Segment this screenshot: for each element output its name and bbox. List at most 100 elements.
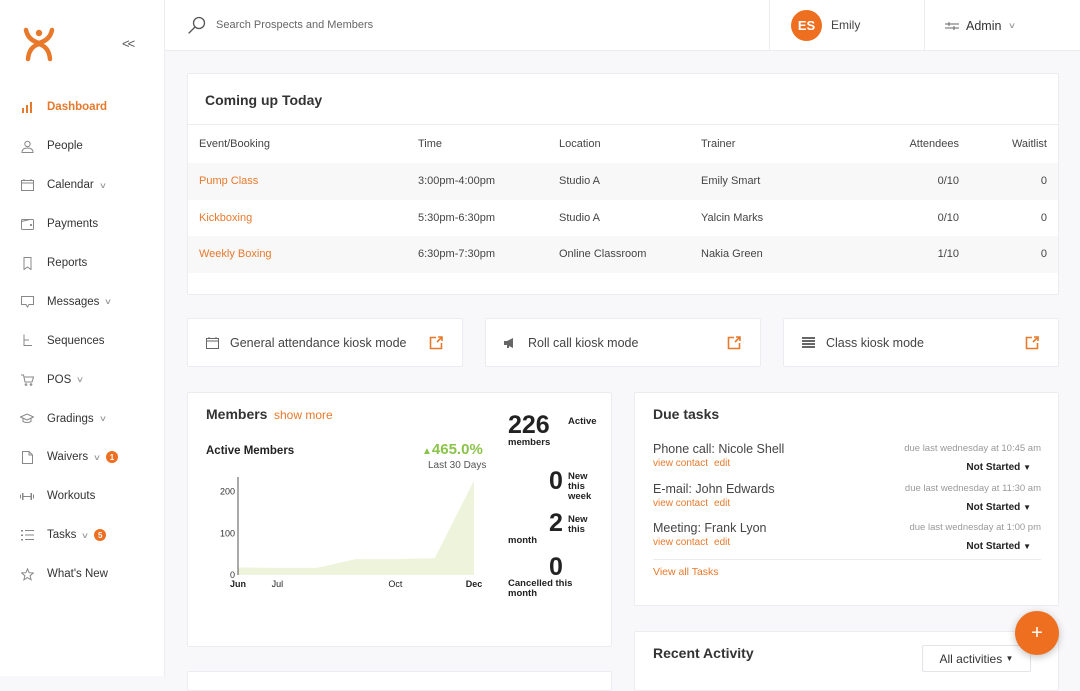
message-icon	[20, 295, 34, 309]
column-header: Location	[559, 138, 601, 150]
add-button[interactable]: +	[1015, 611, 1059, 655]
edit-link[interactable]: edit	[714, 498, 730, 509]
sidebar-item-waivers[interactable]: Waivers ∨ 1	[0, 438, 165, 477]
change-value: 465.0%	[431, 441, 483, 458]
event-time: 6:30pm-7:30pm	[418, 248, 496, 261]
kiosk-label: Class kiosk mode	[826, 335, 924, 350]
event-link[interactable]: Pump Class	[188, 163, 407, 200]
event-waitlist: 0	[1040, 175, 1047, 188]
role-label: Admin	[966, 18, 1002, 33]
chevron-down-icon: ∨	[98, 414, 107, 424]
roll-call-kiosk-button[interactable]: Roll call kiosk mode	[485, 318, 761, 367]
activity-filter-dropdown[interactable]: All activities ▼	[922, 645, 1031, 672]
sidebar-item-whats-new[interactable]: What's New	[0, 555, 165, 594]
collapse-sidebar-button[interactable]: <<	[122, 36, 135, 51]
task-item: Meeting: Frank Lyon view contact edit due…	[653, 521, 1041, 561]
x-tick-label: Oct	[388, 579, 403, 589]
logo-icon[interactable]	[22, 26, 56, 62]
sidebar-item-label: Sequences	[47, 334, 105, 347]
wallet-icon	[20, 217, 34, 231]
sidebar-item-messages[interactable]: Messages ∨	[0, 282, 165, 321]
edit-link[interactable]: edit	[714, 537, 730, 548]
edit-link[interactable]: edit	[714, 458, 730, 469]
external-link-icon[interactable]	[1024, 335, 1040, 351]
calendar-icon	[206, 336, 220, 350]
sidebar-item-label: POS	[47, 373, 72, 386]
cart-icon	[20, 373, 34, 387]
sidebar: << Dashboard People Calendar ∨ Payments …	[0, 0, 165, 676]
general-attendance-kiosk-button[interactable]: General attendance kiosk mode	[187, 318, 463, 367]
x-tick-label: Jun	[230, 579, 246, 589]
sliders-icon	[945, 21, 959, 30]
stat-active-members: 226	[508, 413, 550, 438]
stat-value: 2	[549, 509, 563, 537]
kiosk-label: General attendance kiosk mode	[230, 335, 407, 350]
stat-new-this-month: 2	[549, 511, 563, 536]
document-icon	[20, 450, 34, 464]
sidebar-item-people[interactable]: People	[0, 127, 165, 166]
star-icon	[20, 567, 34, 581]
caret-down-icon: ▼	[1005, 654, 1014, 663]
task-due: due last wednesday at 1:00 pm	[909, 522, 1041, 533]
caret-down-icon: ▼	[1023, 463, 1031, 472]
role-dropdown[interactable]: Admin ∨	[945, 0, 1016, 51]
view-contact-link[interactable]: view contact	[653, 458, 708, 469]
column-header: Attendees	[909, 138, 959, 150]
chevron-down-icon: ∨	[98, 180, 107, 190]
stat-cancelled-this-month: 0	[549, 555, 563, 580]
search-input[interactable]	[216, 12, 616, 38]
card-title: Coming up Today	[205, 92, 323, 108]
table-row: Kickboxing 5:30pm-6:30pm Studio A Yalcin…	[188, 199, 1058, 237]
event-link[interactable]: Weekly Boxing	[188, 236, 407, 273]
status-label: Not Started	[966, 541, 1021, 552]
sidebar-item-dashboard[interactable]: Dashboard	[0, 88, 165, 127]
sidebar-item-pos[interactable]: POS ∨	[0, 360, 165, 399]
column-header: Time	[418, 138, 443, 150]
user-menu[interactable]: ES Emily	[769, 0, 925, 51]
change-percent: ▲465.0%	[422, 441, 483, 458]
event-link[interactable]: Kickboxing	[188, 200, 407, 237]
event-attendees: 0/10	[937, 175, 959, 188]
bottom-card	[187, 671, 612, 691]
change-period: Last 30 Days	[428, 460, 487, 471]
event-attendees: 1/10	[937, 248, 959, 261]
calendar-icon	[20, 178, 34, 192]
sidebar-item-label: Tasks	[47, 529, 77, 542]
external-link-icon[interactable]	[428, 335, 444, 351]
y-tick-label: 100	[220, 528, 235, 538]
caret-down-icon: ▼	[1023, 503, 1031, 512]
sidebar-item-sequences[interactable]: Sequences	[0, 321, 165, 360]
view-contact-link[interactable]: view contact	[653, 498, 708, 509]
sidebar-item-workouts[interactable]: Workouts	[0, 477, 165, 516]
dumbbell-icon	[20, 489, 34, 503]
event-waitlist: 0	[1040, 211, 1047, 224]
sidebar-item-payments[interactable]: Payments	[0, 205, 165, 244]
task-status-dropdown[interactable]: Not Started ▼	[966, 462, 1031, 473]
view-contact-link[interactable]: view contact	[653, 537, 708, 548]
task-status-dropdown[interactable]: Not Started ▼	[966, 541, 1031, 552]
event-location: Online Classroom	[559, 248, 647, 261]
sidebar-item-label: Dashboard	[47, 101, 108, 114]
sidebar-item-tasks[interactable]: Tasks ∨ 5	[0, 516, 165, 555]
class-kiosk-button[interactable]: Class kiosk mode	[783, 318, 1059, 367]
top-bar: ES Emily Admin ∨	[165, 0, 1080, 51]
person-icon	[20, 139, 34, 153]
sidebar-item-gradings[interactable]: Gradings ∨	[0, 399, 165, 438]
external-link-icon[interactable]	[726, 335, 742, 351]
task-status-dropdown[interactable]: Not Started ▼	[966, 502, 1031, 513]
sidebar-item-calendar[interactable]: Calendar ∨	[0, 166, 165, 205]
waivers-count-badge: 1	[105, 451, 118, 464]
show-more-link[interactable]: show more	[274, 408, 333, 422]
stat-label: New this	[568, 514, 588, 535]
sidebar-item-label: People	[47, 140, 83, 153]
stat-new-this-week: 0	[549, 469, 563, 494]
user-name: Emily	[831, 17, 861, 32]
column-header: Waitlist	[1011, 138, 1047, 150]
event-trainer: Nakia Green	[701, 248, 763, 261]
card-title: Due tasks	[653, 406, 720, 422]
view-all-tasks-link[interactable]: View all Tasks	[653, 566, 719, 578]
sidebar-item-reports[interactable]: Reports	[0, 244, 165, 283]
search-icon	[188, 16, 206, 34]
event-time: 3:00pm-4:00pm	[418, 175, 496, 188]
kiosk-label: Roll call kiosk mode	[528, 335, 639, 350]
